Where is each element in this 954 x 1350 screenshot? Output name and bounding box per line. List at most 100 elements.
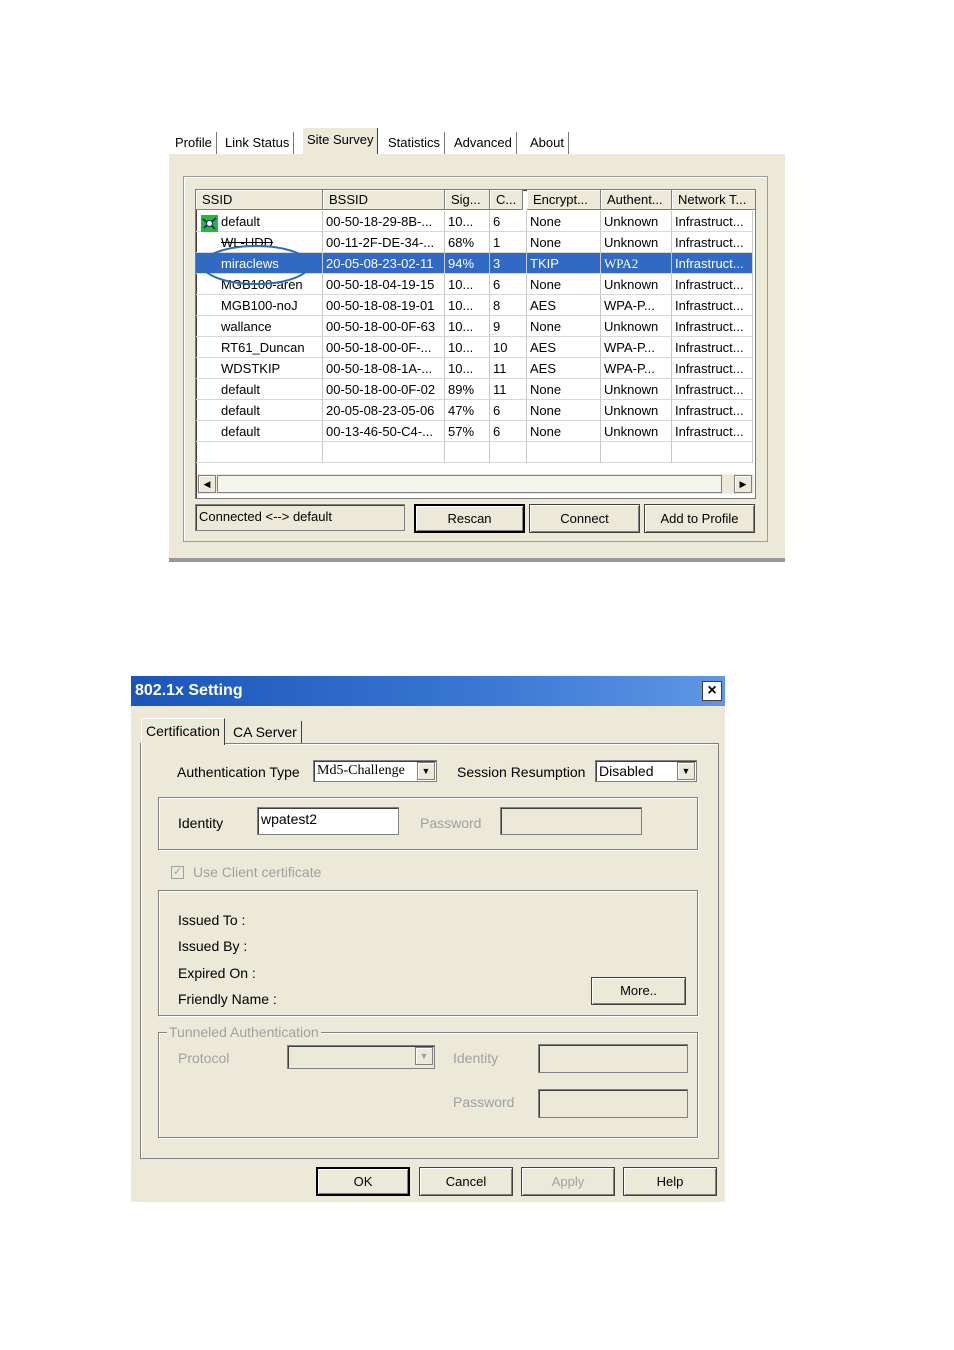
table-row[interactable]: MGB100-noJ 00-50-18-08-19-01 10... 8 AES WPA-… xyxy=(196,295,755,316)
cell-ssid: default xyxy=(218,211,323,232)
dialog-title: 802.1x Setting xyxy=(135,682,243,699)
protocol-select[interactable]: ▼ xyxy=(287,1045,435,1069)
table-row[interactable]: default 20-05-08-23-05-06 47% 6 None Unknown I… xyxy=(196,400,755,421)
issued-to-label: Issued To : xyxy=(178,912,246,928)
ok-button[interactable]: OK xyxy=(316,1167,410,1196)
dot1x-dialog: 802.1x Setting × Certification CA Server… xyxy=(131,676,725,1202)
table-row[interactable]: default 00-13-46-50-C4-... 57% 6 None Unknown… xyxy=(196,421,755,442)
cancel-button[interactable]: Cancel xyxy=(419,1167,513,1196)
use-client-cert-checkbox[interactable]: ✓ xyxy=(171,866,184,879)
table-row[interactable]: default 00-50-18-00-0F-02 89% 11 None Unknown… xyxy=(196,379,755,400)
scroll-right-arrow-icon[interactable]: ▶ xyxy=(734,475,752,493)
protocol-label: Protocol xyxy=(178,1050,230,1066)
row-icon-cell xyxy=(196,316,218,337)
cell-signal: 10... xyxy=(445,295,490,316)
scroll-left-arrow-icon[interactable]: ◀ xyxy=(198,475,216,493)
tab-about[interactable]: About xyxy=(526,132,569,154)
cell-ssid: WDSTKIP xyxy=(218,358,323,379)
survey-tab-bar: Profile Link Status Site Survey Statisti… xyxy=(169,128,785,154)
password-label: Password xyxy=(420,815,482,831)
cell-network-type: Infrastruct... xyxy=(672,232,753,253)
session-resumption-value: Disabled xyxy=(599,763,654,779)
row-icon-cell xyxy=(196,337,218,358)
cell-encryption: None xyxy=(527,316,601,337)
cell-signal: 94% xyxy=(445,253,490,274)
cell-authentication: WPA2 xyxy=(601,253,672,274)
row-icon-cell xyxy=(196,295,218,316)
dialog-titlebar: 802.1x Setting × xyxy=(131,676,725,706)
table-row[interactable]: default 00-50-18-29-8B-... 10... 6 None Unkno… xyxy=(196,211,755,232)
cell-ssid: default xyxy=(218,379,323,400)
cell-bssid: 00-50-18-08-1A-... xyxy=(323,358,445,379)
table-row[interactable] xyxy=(196,442,755,463)
cell-authentication: Unknown xyxy=(601,421,672,442)
identity-input[interactable]: wpatest2 xyxy=(257,807,399,835)
network-list[interactable]: SSID BSSID Sig... C... Encrypt... Authen… xyxy=(195,189,756,499)
session-resumption-label: Session Resumption xyxy=(457,764,586,780)
apply-button[interactable]: Apply xyxy=(521,1167,615,1196)
column-signal[interactable]: Sig... xyxy=(445,190,490,210)
rescan-button[interactable]: Rescan xyxy=(414,504,525,533)
column-authentication[interactable]: Authent... xyxy=(601,190,672,210)
column-ssid[interactable]: SSID xyxy=(196,190,323,210)
column-encryption[interactable]: Encrypt... xyxy=(527,190,601,210)
cell-encryption: AES xyxy=(527,358,601,379)
cell-signal: 89% xyxy=(445,379,490,400)
cell-channel xyxy=(490,442,527,463)
tab-site-survey[interactable]: Site Survey xyxy=(302,128,379,154)
tunneled-password-label: Password xyxy=(453,1094,515,1110)
tab-advanced[interactable]: Advanced xyxy=(450,132,517,154)
auth-type-select[interactable]: Md5-Challenge ▼ xyxy=(313,760,437,782)
cell-encryption: TKIP xyxy=(527,253,601,274)
table-row[interactable]: wallance 00-50-18-00-0F-63 10... 9 None Unkno… xyxy=(196,316,755,337)
cell-ssid: MGB100-noJ xyxy=(218,295,323,316)
cell-network-type: Infrastruct... xyxy=(672,358,753,379)
cell-channel: 3 xyxy=(490,253,527,274)
column-bssid[interactable]: BSSID xyxy=(323,190,445,210)
table-row[interactable]: WDSTKIP 00-50-18-08-1A-... 10... 11 AES WPA-P… xyxy=(196,358,755,379)
tunneled-identity-input[interactable] xyxy=(538,1044,688,1073)
column-channel[interactable]: C... xyxy=(490,190,523,210)
chevron-down-icon[interactable]: ▼ xyxy=(677,762,695,780)
more-button[interactable]: More.. xyxy=(591,977,686,1005)
cell-encryption: None xyxy=(527,232,601,253)
cell-ssid: default xyxy=(218,400,323,421)
cell-bssid xyxy=(323,442,445,463)
cell-signal xyxy=(445,442,490,463)
cell-channel: 11 xyxy=(490,379,527,400)
horizontal-scrollbar[interactable]: ◀ ▶ xyxy=(197,474,754,494)
tab-link-status[interactable]: Link Status xyxy=(221,132,295,154)
tab-profile[interactable]: Profile xyxy=(171,132,217,154)
password-input[interactable] xyxy=(500,807,642,835)
cell-signal: 68% xyxy=(445,232,490,253)
cell-ssid: default xyxy=(218,421,323,442)
cell-authentication: Unknown xyxy=(601,232,672,253)
cell-bssid: 00-13-46-50-C4-... xyxy=(323,421,445,442)
auth-type-label: Authentication Type xyxy=(177,764,300,780)
close-icon[interactable]: × xyxy=(702,681,722,701)
highlight-circle xyxy=(202,245,310,285)
cell-network-type: Infrastruct... xyxy=(672,211,753,232)
chevron-down-icon[interactable]: ▼ xyxy=(415,1047,433,1065)
scroll-track[interactable] xyxy=(217,475,722,493)
cell-network-type: Infrastruct... xyxy=(672,253,753,274)
table-row[interactable]: RT61_Duncan 00-50-18-00-0F-... 10... 10 AES W… xyxy=(196,337,755,358)
chevron-down-icon[interactable]: ▼ xyxy=(417,762,435,780)
tunneled-password-input[interactable] xyxy=(538,1089,688,1118)
connect-button[interactable]: Connect xyxy=(529,504,640,533)
cell-bssid: 20-05-08-23-05-06 xyxy=(323,400,445,421)
cell-signal: 10... xyxy=(445,316,490,337)
cell-channel: 6 xyxy=(490,211,527,232)
tab-statistics[interactable]: Statistics xyxy=(384,132,446,154)
add-to-profile-button[interactable]: Add to Profile xyxy=(644,504,755,533)
cell-channel: 9 xyxy=(490,316,527,337)
cell-bssid: 00-50-18-29-8B-... xyxy=(323,211,445,232)
cell-signal: 47% xyxy=(445,400,490,421)
cell-bssid: 00-50-18-00-0F-63 xyxy=(323,316,445,337)
help-button[interactable]: Help xyxy=(623,1167,717,1196)
tab-certification[interactable]: Certification xyxy=(141,718,225,745)
session-resumption-select[interactable]: Disabled ▼ xyxy=(595,760,697,782)
cell-authentication xyxy=(601,442,672,463)
tab-ca-server[interactable]: CA Server xyxy=(229,721,302,743)
column-network-type[interactable]: Network T... xyxy=(672,190,755,210)
